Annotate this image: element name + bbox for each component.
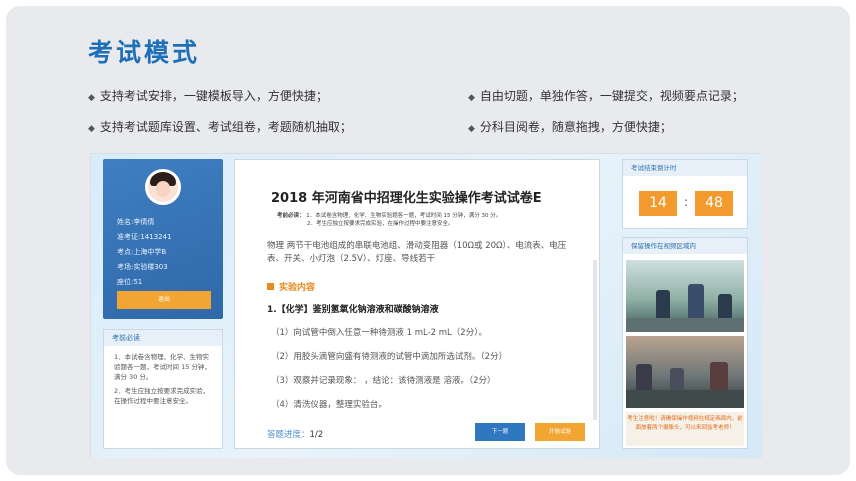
classroom-video-feed bbox=[626, 260, 744, 332]
feature-text: 支持考试题库设置、考试组卷，考题随机抽取； bbox=[99, 120, 352, 134]
question-step: （4）清洗仪器，整理实验台。 bbox=[271, 400, 387, 410]
avatar bbox=[145, 169, 181, 205]
equipment-text: 物理 两节干电池组成的串联电池组、滑动变阻器（10Ω或 20Ω）、电流表、电压表… bbox=[267, 241, 567, 264]
bullet-icon: ◆ bbox=[88, 93, 95, 103]
section-label: 实验内容 bbox=[279, 283, 316, 293]
lab-bench bbox=[626, 390, 744, 408]
bullet-icon: ◆ bbox=[88, 124, 95, 134]
notice-body: 1．本试卷含物理、化学、生物实验题各一题，考试时间 15 分钟，满分 30 分。… bbox=[104, 346, 222, 412]
answer-progress: 答题进度：1/2 bbox=[267, 428, 323, 440]
bullet-icon: ◆ bbox=[468, 93, 475, 103]
exam-notice-panel: 考前必读 1．本试卷含物理、化学、生物实验题各一题，考试时间 15 分钟，满分 … bbox=[103, 329, 223, 449]
feature-text: 支持考试安排，一键模板导入，方便快捷； bbox=[99, 89, 328, 103]
feature-item: ◆ 自由切题，单独作答，一键提交，视频要点记录； bbox=[468, 87, 744, 104]
requirement-line: 1．本试卷含物理、化学、生物实验题各一题，考试时间 15 分钟，满分 30 分。 bbox=[306, 213, 502, 219]
countdown-seconds: 48 bbox=[695, 191, 733, 216]
progress-label: 答题进度： bbox=[267, 430, 310, 440]
avatar-face bbox=[156, 181, 170, 197]
paper-requirements: 考前必读： 1．本试卷含物理、化学、生物实验题各一题，考试时间 15 分钟，满分… bbox=[277, 212, 501, 228]
countdown-separator: : bbox=[684, 195, 689, 209]
requirements-label: 考前必读： bbox=[277, 213, 305, 219]
exam-screenshot: 姓名:李倩倩 准考证:1413241 考点:上海中学B 考场:实验楼303 座位… bbox=[90, 153, 762, 458]
lab-bench bbox=[626, 318, 744, 332]
candidate-seat: 座位:51 bbox=[117, 278, 143, 286]
logout-button[interactable]: 退出 bbox=[117, 291, 211, 309]
notice-item: 1．本试卷含物理、化学、生物实验题各一题，考试时间 15 分钟，满分 30 分。 bbox=[114, 353, 211, 381]
video-title: 保留操作在视频区域内 bbox=[623, 238, 747, 254]
question-title: 1.【化学】鉴别氢氧化钠溶液和碳酸钠溶液 bbox=[267, 305, 439, 315]
question-step: （3）观察并记录现象： ，结论：该待测液是 溶液。（2分） bbox=[271, 376, 496, 386]
bullet-icon: ◆ bbox=[468, 124, 475, 134]
candidate-profile: 姓名:李倩倩 准考证:1413241 考点:上海中学B 考场:实验楼303 座位… bbox=[103, 159, 223, 319]
countdown-title: 考试结束倒计时 bbox=[623, 160, 747, 176]
feature-item: ◆ 支持考试安排，一键模板导入，方便快捷； bbox=[88, 87, 328, 104]
classroom-video-feed bbox=[626, 336, 744, 408]
page-title: 考试模式 bbox=[88, 38, 201, 67]
candidate-ticket: 准考证:1413241 bbox=[117, 233, 172, 241]
candidate-room: 考场:实验楼303 bbox=[117, 263, 168, 271]
exam-paper: 2018 年河南省中招理化生实验操作考试试卷E 考前必读： 1．本试卷含物理、化… bbox=[234, 159, 600, 449]
section-heading: 实验内容 bbox=[267, 280, 315, 293]
notice-item: 2．考生应独立按要求完成实验，在操作过程中要注意安全。 bbox=[114, 387, 210, 405]
requirement-line: 2．考生应独立按要求完成实验，在操作过程中要注意安全。 bbox=[307, 221, 454, 227]
video-panel: 保留操作在视频区域内 考生注意啦！请确保操作视频在规定画面内，前面放着两个摄像头… bbox=[622, 237, 748, 449]
candidate-site: 考点:上海中学B bbox=[117, 248, 167, 256]
section-square-icon bbox=[267, 283, 274, 290]
paper-scrollbar[interactable] bbox=[593, 260, 597, 420]
feature-item: ◆ 支持考试题库设置、考试组卷，考题随机抽取； bbox=[88, 118, 352, 135]
start-experiment-button[interactable]: 开始试验 bbox=[535, 423, 585, 441]
countdown-minutes: 14 bbox=[639, 191, 677, 216]
question-step: （1）向试管中倒入任意一种待测液 1 mL-2 mL（2分）。 bbox=[271, 328, 487, 338]
paper-title: 2018 年河南省中招理化生实验操作考试试卷E bbox=[271, 191, 542, 206]
countdown-panel: 考试结束倒计时 14 : 48 bbox=[622, 159, 748, 229]
video-notice: 考生注意啦！请确保操作视频在规定画面内，前面放着两个摄像头，可以来回监考老师！ bbox=[626, 412, 744, 446]
progress-value: 1/2 bbox=[309, 430, 324, 440]
next-question-button[interactable]: 下一题 bbox=[475, 423, 525, 441]
feature-text: 自由切题，单独作答，一键提交，视频要点记录； bbox=[479, 89, 744, 103]
feature-item: ◆ 分科目阅卷，随意拖拽，方便快捷； bbox=[468, 118, 672, 135]
candidate-name: 姓名:李倩倩 bbox=[117, 218, 155, 226]
notice-title: 考前必读 bbox=[104, 330, 222, 346]
feature-text: 分科目阅卷，随意拖拽，方便快捷； bbox=[479, 120, 672, 134]
question-step: （2）用胶头滴管向盛有待测液的试管中滴加所选试剂。（2分） bbox=[271, 352, 508, 362]
